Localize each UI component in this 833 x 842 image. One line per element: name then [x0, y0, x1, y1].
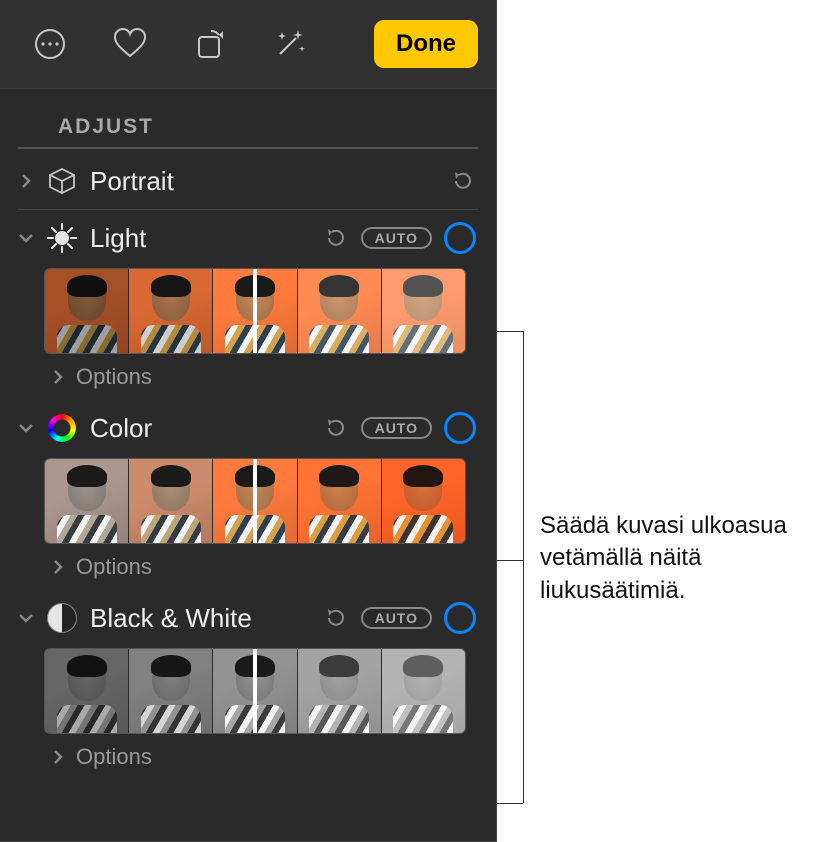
wand-icon: [272, 26, 308, 62]
callout-bracket: [523, 331, 524, 803]
more-icon: [33, 27, 67, 61]
bw-slider[interactable]: [44, 648, 466, 734]
bw-options-label: Options: [76, 744, 152, 770]
bw-label: Black & White: [90, 603, 311, 634]
light-toggle[interactable]: [444, 222, 476, 254]
bw-options[interactable]: Options: [0, 738, 496, 774]
bw-thumb: [45, 649, 128, 733]
heart-icon: [112, 26, 148, 62]
auto-light-button[interactable]: AUTO: [361, 227, 432, 249]
chevron-right-icon: [50, 559, 66, 575]
color-options-label: Options: [76, 554, 152, 580]
reset-color-button[interactable]: [323, 415, 349, 441]
divider: [18, 209, 478, 210]
color-toggle[interactable]: [444, 412, 476, 444]
color-label: Color: [90, 413, 311, 444]
more-button[interactable]: [10, 18, 90, 70]
light-row[interactable]: Light AUTO: [0, 214, 496, 262]
chevron-down-icon: [18, 420, 34, 436]
rotate-icon: [193, 27, 227, 61]
portrait-label: Portrait: [90, 166, 438, 197]
callout-text: Säädä kuvasi ulkoasua vetämällä näitä li…: [540, 510, 820, 607]
chevron-right-icon: [50, 369, 66, 385]
bw-toggle[interactable]: [444, 602, 476, 634]
light-thumb: [129, 269, 212, 353]
bw-icon: [46, 602, 78, 634]
bw-thumb: [382, 649, 465, 733]
chevron-right-icon: [50, 749, 66, 765]
color-thumb: [129, 459, 212, 543]
color-options[interactable]: Options: [0, 548, 496, 594]
color-slider[interactable]: [44, 458, 466, 544]
enhance-button[interactable]: [250, 18, 330, 70]
color-thumb: [382, 459, 465, 543]
auto-bw-button[interactable]: AUTO: [361, 607, 432, 629]
rotate-button[interactable]: [170, 18, 250, 70]
light-thumb: [45, 269, 128, 353]
favorite-button[interactable]: [90, 18, 170, 70]
light-options[interactable]: Options: [0, 358, 496, 404]
chevron-down-icon: [18, 610, 34, 626]
color-thumb: [45, 459, 128, 543]
bw-row[interactable]: Black & White AUTO: [0, 594, 496, 642]
callout-tick: [496, 803, 523, 804]
reset-light-button[interactable]: [323, 225, 349, 251]
color-row[interactable]: Color AUTO: [0, 404, 496, 452]
light-thumb: [382, 269, 465, 353]
slider-marker[interactable]: [253, 649, 257, 733]
callout-tick: [496, 331, 523, 332]
light-label: Light: [90, 223, 311, 254]
light-slider[interactable]: [44, 268, 466, 354]
light-options-label: Options: [76, 364, 152, 390]
color-thumb: [298, 459, 381, 543]
light-icon: [46, 222, 78, 254]
auto-color-button[interactable]: AUTO: [361, 417, 432, 439]
bw-thumb: [298, 649, 381, 733]
chevron-down-icon: [18, 230, 34, 246]
reset-portrait-button[interactable]: [450, 168, 476, 194]
done-button[interactable]: Done: [374, 20, 478, 68]
callout-tick: [496, 560, 523, 561]
light-thumb: [298, 269, 381, 353]
portrait-row[interactable]: Portrait: [0, 157, 496, 205]
cube-icon: [46, 165, 78, 197]
slider-marker[interactable]: [253, 269, 257, 353]
toolbar: Done: [0, 0, 496, 89]
bw-thumb: [129, 649, 212, 733]
adjust-panel: Done ADJUST Portrait: [0, 0, 497, 842]
reset-bw-button[interactable]: [323, 605, 349, 631]
color-icon: [46, 412, 78, 444]
chevron-right-icon: [18, 173, 34, 189]
slider-marker[interactable]: [253, 459, 257, 543]
adjust-header: ADJUST: [18, 89, 478, 149]
